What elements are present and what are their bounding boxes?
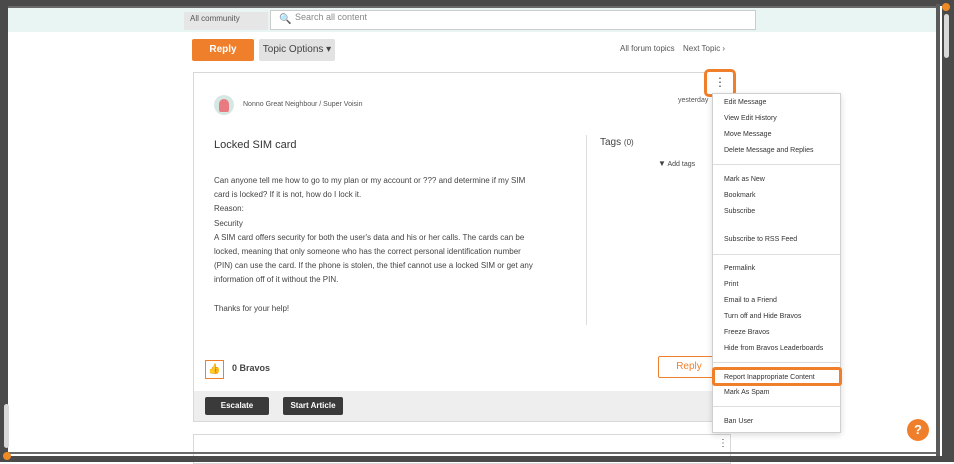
body-line: (PIN) can use the card. If the phone is … [214, 261, 533, 271]
report-highlight-outline [712, 367, 842, 386]
tags-heading: Tags (0) [600, 137, 634, 148]
menu-item-subscribe[interactable]: Subscribe [724, 208, 755, 215]
post-timestamp: yesterday [678, 97, 709, 104]
body-line: locked, meaning that only someone who ha… [214, 247, 521, 257]
menu-item-mark-as-new[interactable]: Mark as New [724, 176, 765, 183]
escalate-button[interactable]: Escalate [205, 397, 269, 415]
menu-divider [713, 406, 840, 407]
kebab-icon[interactable]: ⋮ [718, 439, 728, 449]
search-input[interactable]: 🔍 Search all content [270, 10, 756, 30]
thumbs-up-icon[interactable]: 👍 [205, 360, 224, 379]
tag-icon: ▼ [658, 159, 666, 168]
add-tags-label: Add tags [667, 161, 696, 168]
menu-item-email-friend[interactable]: Email to a Friend [724, 297, 777, 304]
reply-button[interactable]: Reply [192, 39, 254, 61]
menu-item-ban-user[interactable]: Ban User [724, 418, 753, 425]
menu-item-print[interactable]: Print [724, 281, 738, 288]
body-line: A SIM card offers security for both the … [214, 232, 525, 242]
menu-divider [713, 254, 840, 255]
tags-count: (0) [623, 138, 634, 147]
menu-item-move-message[interactable]: Move Message [724, 131, 771, 138]
post-body: Can anyone tell me how to go to my plan … [214, 174, 574, 316]
menu-item-permalink[interactable]: Permalink [724, 265, 755, 272]
menu-item-mark-as-spam[interactable]: Mark As Spam [724, 389, 770, 396]
help-icon[interactable]: ? [907, 419, 929, 441]
card-footer: Escalate Start Article [194, 391, 730, 421]
body-line: Thanks for your help! [214, 303, 290, 313]
body-line: card is locked? If it is not, how do I l… [214, 190, 362, 200]
scroll-handle[interactable] [944, 14, 949, 58]
next-topic-link[interactable]: Next Topic › [683, 44, 725, 53]
bravos-count: 0 Bravos [232, 363, 271, 373]
tags-label: Tags [600, 137, 622, 148]
body-line: Reason: [214, 204, 244, 214]
divider [586, 135, 587, 325]
body-line: Security [214, 218, 243, 228]
author-name[interactable]: Nonno Great Neighbour / Super Voisin [243, 101, 362, 108]
start-article-button[interactable]: Start Article [283, 397, 343, 415]
menu-item-view-edit-history[interactable]: View Edit History [724, 115, 777, 122]
topic-options-button[interactable]: Topic Options ▾ [259, 39, 335, 61]
next-post-card: ⋮ [193, 434, 731, 464]
all-forum-topics-link[interactable]: All forum topics [620, 44, 675, 53]
menu-item-subscribe-rss[interactable]: Subscribe to RSS Feed [724, 236, 797, 243]
top-search-bar: All community 🔍 Search all content [8, 8, 936, 32]
menu-item-edit-message[interactable]: Edit Message [724, 99, 766, 106]
reply-button-bottom[interactable]: Reply [658, 356, 720, 378]
avatar[interactable] [214, 95, 234, 115]
search-icon: 🔍 [279, 14, 292, 25]
menu-item-delete-message[interactable]: Delete Message and Replies [724, 147, 814, 154]
menu-item-hide-leaderboards[interactable]: Hide from Bravos Leaderboards [724, 345, 823, 352]
menu-item-bookmark[interactable]: Bookmark [724, 192, 756, 199]
scroll-handle[interactable] [4, 404, 9, 448]
add-tags-link[interactable]: ▼ Add tags [658, 159, 695, 168]
search-placeholder: Search all content [295, 12, 368, 22]
body-line: Can anyone tell me how to go to my plan … [214, 176, 526, 185]
community-select[interactable]: All community [184, 12, 268, 30]
menu-divider [713, 362, 840, 363]
menu-divider [713, 164, 840, 165]
post-title: Locked SIM card [214, 139, 297, 151]
menu-item-freeze-bravos[interactable]: Freeze Bravos [724, 329, 770, 336]
body-line: information off of it without the PIN. [214, 275, 339, 285]
post-card: Nonno Great Neighbour / Super Voisin yes… [193, 72, 731, 422]
menu-item-turn-off-bravos[interactable]: Turn off and Hide Bravos [724, 313, 801, 320]
